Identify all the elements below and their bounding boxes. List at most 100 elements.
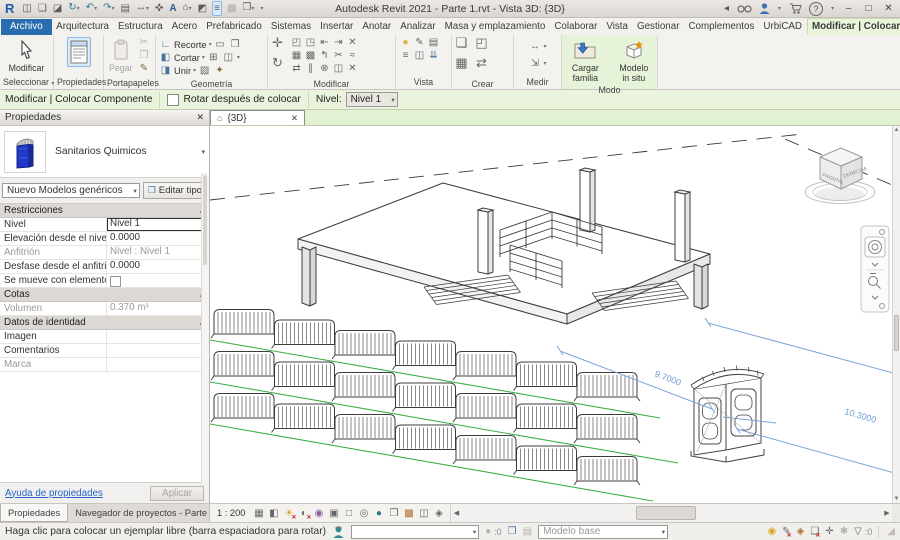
scroll-right-icon[interactable]: ▶ <box>882 509 892 517</box>
modify-tool-icon[interactable]: ⇄ <box>290 63 303 75</box>
paste-button[interactable]: Pegar <box>107 37 134 73</box>
panel-label-portapapeles[interactable]: Portapapeles <box>104 78 155 89</box>
geometry-tool-icon[interactable]: ⊞ <box>207 52 220 64</box>
close-button[interactable]: ✕ <box>882 3 895 14</box>
modify-tool-icon[interactable]: ↰ <box>318 50 331 62</box>
se-mueve-checkbox[interactable] <box>110 276 121 287</box>
view-tab-3d[interactable]: ⌂ {3D} ✕ <box>210 110 305 125</box>
temporary-dimension-value[interactable]: 10.3000 <box>843 406 877 425</box>
sign-in-icon[interactable] <box>759 3 770 14</box>
tab-sistemas[interactable]: Sistemas <box>266 19 315 35</box>
geometry-tool-icon[interactable]: ◫ <box>222 52 235 64</box>
search-icon[interactable] <box>737 4 752 14</box>
modify-tool-icon[interactable]: ≈ <box>346 50 359 62</box>
modify-tool-icon[interactable]: ▩ <box>304 50 317 62</box>
vertical-scrollbar[interactable]: ▲ ▼ <box>892 126 900 503</box>
scroll-up-icon[interactable]: ▲ <box>893 127 900 133</box>
join-geometry-button[interactable]: ◨Unir▾▨✦ <box>159 64 226 77</box>
geometry-tool-icon[interactable]: ❐ <box>229 39 242 51</box>
render-icon[interactable]: ◉ <box>312 508 325 519</box>
displacement-icon[interactable]: ◫ <box>417 508 430 519</box>
worksets-worker-icon[interactable] <box>332 525 345 538</box>
active-option-icon[interactable]: ▤ <box>523 526 532 537</box>
worksharing-display-icon[interactable]: ▩ <box>402 508 415 519</box>
panel-label-crear[interactable]: Crear <box>452 79 513 90</box>
rotate-after-place-checkbox[interactable] <box>167 94 179 106</box>
select-underlay-icon[interactable]: ✎ <box>782 526 790 537</box>
family-filter-dropdown[interactable]: Nuevo Modelos genéricos▾ <box>2 183 140 198</box>
section-cotas[interactable]: Cotas∧ <box>0 288 209 302</box>
modify-tool-icon[interactable]: ◳ <box>304 37 317 49</box>
tab-insertar[interactable]: Insertar <box>316 19 358 35</box>
select-pinned-icon[interactable]: ◈ <box>797 526 805 537</box>
load-family-button[interactable]: Cargar familia <box>565 37 606 83</box>
panel-label-seleccionar[interactable]: Seleccionar ▾ <box>0 77 53 89</box>
minimize-button[interactable]: – <box>842 3 855 14</box>
maximize-button[interactable]: □ <box>862 3 875 14</box>
reveal-hidden-icon[interactable]: ● <box>399 37 412 49</box>
redo-icon[interactable]: ↷▾ <box>102 1 115 16</box>
stage-platform-model[interactable] <box>298 183 710 324</box>
close-palette-icon[interactable]: ✕ <box>196 112 204 123</box>
tab-masa-emplazamiento[interactable]: Masa y emplazamiento <box>440 19 550 35</box>
linework-icon[interactable]: ✎ <box>413 37 426 49</box>
imagen-value-field[interactable] <box>107 330 209 343</box>
properties-help-link[interactable]: Ayuda de propiedades <box>5 488 103 499</box>
paint-icon[interactable]: ▨ <box>198 65 211 77</box>
temporary-dimension-value[interactable]: 9.7000 <box>653 369 682 388</box>
undo-icon[interactable]: ↶▾ <box>85 1 98 16</box>
modify-tool-icon[interactable]: ⇥ <box>332 37 345 49</box>
design-options-icon[interactable]: ❐ <box>508 526 517 537</box>
section-icon[interactable]: ◩ <box>197 2 208 15</box>
portable-toilet-model[interactable] <box>691 366 764 463</box>
temporary-hide-isolate-icon[interactable]: ◎ <box>357 508 370 519</box>
cope-button[interactable]: ∟Recorte▾▭❐ <box>159 38 242 51</box>
thin-lines-icon[interactable]: ≡ <box>212 1 222 16</box>
view-tool-icon[interactable]: ▤ <box>427 37 440 49</box>
cut-icon[interactable]: ✂ <box>137 37 150 49</box>
modify-tool-icon[interactable]: ◰ <box>290 37 303 49</box>
tab-colaborar[interactable]: Colaborar <box>550 19 602 35</box>
print-icon[interactable]: ▤ <box>119 2 130 15</box>
revit-logo-icon[interactable]: R <box>5 2 14 16</box>
property-boundary-lines[interactable] <box>210 134 892 200</box>
design-options-dropdown[interactable]: Modelo base▾ <box>538 525 668 539</box>
select-by-face-icon[interactable]: ❏ <box>810 526 819 537</box>
select-links-icon[interactable]: ◉ <box>768 526 777 537</box>
modify-tool-icon[interactable]: ✕ <box>346 37 359 49</box>
3d-canvas[interactable]: 9.7000 10.3000 FRONTAL DERECHA <box>210 126 900 503</box>
default-3d-view-icon[interactable]: ⌂▾ <box>182 1 193 16</box>
measure-ruler-icon[interactable]: ↔ <box>528 41 541 53</box>
vertical-scroll-thumb[interactable] <box>894 315 899 351</box>
modify-tool-icon[interactable]: ✂ <box>332 50 345 62</box>
drag-on-selection-icon[interactable]: ✛ <box>825 526 833 537</box>
demolish-icon[interactable]: ✦ <box>213 65 226 77</box>
filter-icon[interactable]: ▽ <box>854 526 862 537</box>
sync-icon[interactable]: ↻▾ <box>67 1 80 16</box>
tab-modificar-colocar-componente[interactable]: Modificar | Colocar Componente <box>807 18 900 35</box>
create-assembly-icon[interactable]: ▦ <box>455 57 468 69</box>
horizontal-scroll-thumb[interactable] <box>636 506 696 520</box>
tab-urbicad[interactable]: UrbiCAD <box>759 19 807 35</box>
scroll-left-icon[interactable]: ◀ <box>451 509 461 517</box>
panel-label-propiedades[interactable]: Propiedades <box>54 77 103 89</box>
save-icon[interactable]: ◪ <box>52 2 63 15</box>
properties-toggle-button[interactable] <box>65 37 93 67</box>
analytical-model-icon[interactable]: ◈ <box>432 508 445 519</box>
signin-dropdown-icon[interactable]: ▾ <box>777 1 782 16</box>
tab-gestionar[interactable]: Gestionar <box>632 19 683 35</box>
crowd-barriers-model[interactable] <box>211 310 640 486</box>
create-parts-icon[interactable]: ⇄ <box>475 57 488 69</box>
tab-complementos[interactable]: Complementos <box>684 19 759 35</box>
model-in-place-button[interactable]: Modelo in situ <box>614 37 654 83</box>
crop-view-icon[interactable]: ▣ <box>327 508 340 519</box>
tab-propiedades[interactable]: Propiedades <box>0 504 68 522</box>
tab-arquitectura[interactable]: Arquitectura <box>52 19 114 35</box>
reveal-hidden-elements-icon[interactable]: ● <box>372 508 385 519</box>
switch-windows-icon[interactable]: ❐▾ <box>241 1 255 16</box>
geometry-tool-icon[interactable]: ▭ <box>214 39 227 51</box>
move-icon[interactable]: ✛ <box>271 37 284 49</box>
scroll-down-icon[interactable]: ▼ <box>893 496 900 502</box>
selection-settings-icon[interactable]: ✱ <box>840 526 848 537</box>
edit-type-button[interactable]: ❐Editar tipo <box>143 182 207 199</box>
